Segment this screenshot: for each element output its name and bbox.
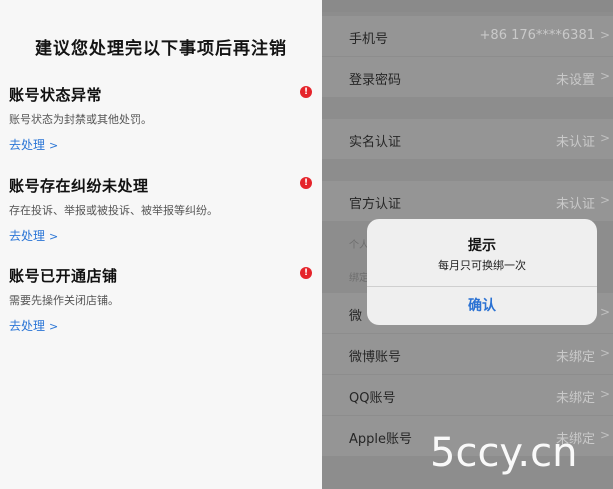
chevron-right-icon: > [599, 28, 610, 42]
row-label: 微 [349, 309, 363, 324]
issue-title: 账号状态异常 [9, 86, 103, 104]
chevron-right-icon: > [599, 193, 610, 207]
row-label: QQ账号 [349, 391, 396, 406]
handle-link[interactable]: 去处理 > [9, 136, 314, 153]
row-value: 未设置 [555, 73, 595, 88]
issue-title: 账号存在纠纷未处理 [9, 177, 149, 195]
alert-icon: ! [300, 86, 312, 98]
account-deletion-panel: 建议您处理完以下事项后再注销 账号状态异常 账号状态为封禁或其他处罚。 去处理 >… [0, 0, 322, 489]
issue-description: 账号状态为封禁或其他处罚。 [9, 113, 152, 126]
handle-link[interactable]: 去处理 > [9, 317, 314, 334]
handle-link-label: 去处理 [9, 229, 46, 243]
row-value: 未认证 [555, 197, 595, 212]
row-label: 手机号 [349, 32, 389, 47]
alert-dialog: 提示 每月只可换绑一次 确认 [367, 219, 597, 325]
handle-link-label: 去处理 [9, 319, 46, 333]
chevron-right-icon: > [49, 230, 59, 243]
section-header-personal: 个人 [349, 240, 369, 251]
chevron-right-icon: > [49, 139, 59, 152]
handle-link[interactable]: 去处理 > [9, 227, 314, 244]
row-weibo[interactable]: 微博账号 未绑定 > [322, 334, 613, 374]
row-phone[interactable]: 手机号 +86 176****6381 > [322, 16, 613, 56]
top-strip [322, 0, 613, 12]
chevron-right-icon: > [599, 131, 610, 145]
row-official-cert[interactable]: 官方认证 未认证 > [322, 181, 613, 221]
chevron-right-icon: > [599, 69, 610, 83]
watermark: 5ccy.cn [430, 430, 578, 476]
chevron-right-icon: > [599, 387, 610, 401]
issue-description: 需要先操作关闭店铺。 [9, 294, 119, 307]
dialog-title: 提示 [468, 238, 496, 254]
dialog-message: 每月只可换绑一次 [438, 259, 526, 272]
chevron-right-icon: > [599, 428, 610, 442]
chevron-right-icon: > [599, 346, 610, 360]
row-value: 未绑定 [555, 350, 595, 365]
row-label: 官方认证 [349, 197, 402, 212]
section-header-binding: 绑定 [349, 273, 369, 284]
row-label: Apple账号 [349, 432, 413, 447]
issue-account-status: 账号状态异常 账号状态为封禁或其他处罚。 去处理 > ! [9, 84, 314, 153]
row-label: 微博账号 [349, 350, 402, 365]
chevron-right-icon: > [49, 320, 59, 333]
issue-store: 账号已开通店铺 需要先操作关闭店铺。 去处理 > ! [9, 265, 314, 334]
issue-description: 存在投诉、举报或被投诉、被举报等纠纷。 [9, 204, 218, 217]
alert-icon: ! [300, 267, 312, 279]
handle-link-label: 去处理 [9, 138, 46, 152]
chevron-right-icon: > [599, 305, 610, 319]
row-real-name[interactable]: 实名认证 未认证 > [322, 119, 613, 159]
row-label: 登录密码 [349, 73, 402, 88]
row-qq[interactable]: QQ账号 未绑定 > [322, 375, 613, 415]
issue-dispute: 账号存在纠纷未处理 存在投诉、举报或被投诉、被举报等纠纷。 去处理 > ! [9, 175, 314, 244]
row-value: 未绑定 [555, 391, 595, 406]
confirm-button[interactable]: 确认 [367, 287, 597, 325]
page-title: 建议您处理完以下事项后再注销 [35, 39, 287, 59]
issue-title: 账号已开通店铺 [9, 267, 118, 285]
row-label: 实名认证 [349, 135, 402, 150]
row-value: +86 176****6381 [479, 28, 595, 43]
alert-icon: ! [300, 177, 312, 189]
row-value: 未认证 [555, 135, 595, 150]
row-password[interactable]: 登录密码 未设置 > [322, 57, 613, 97]
